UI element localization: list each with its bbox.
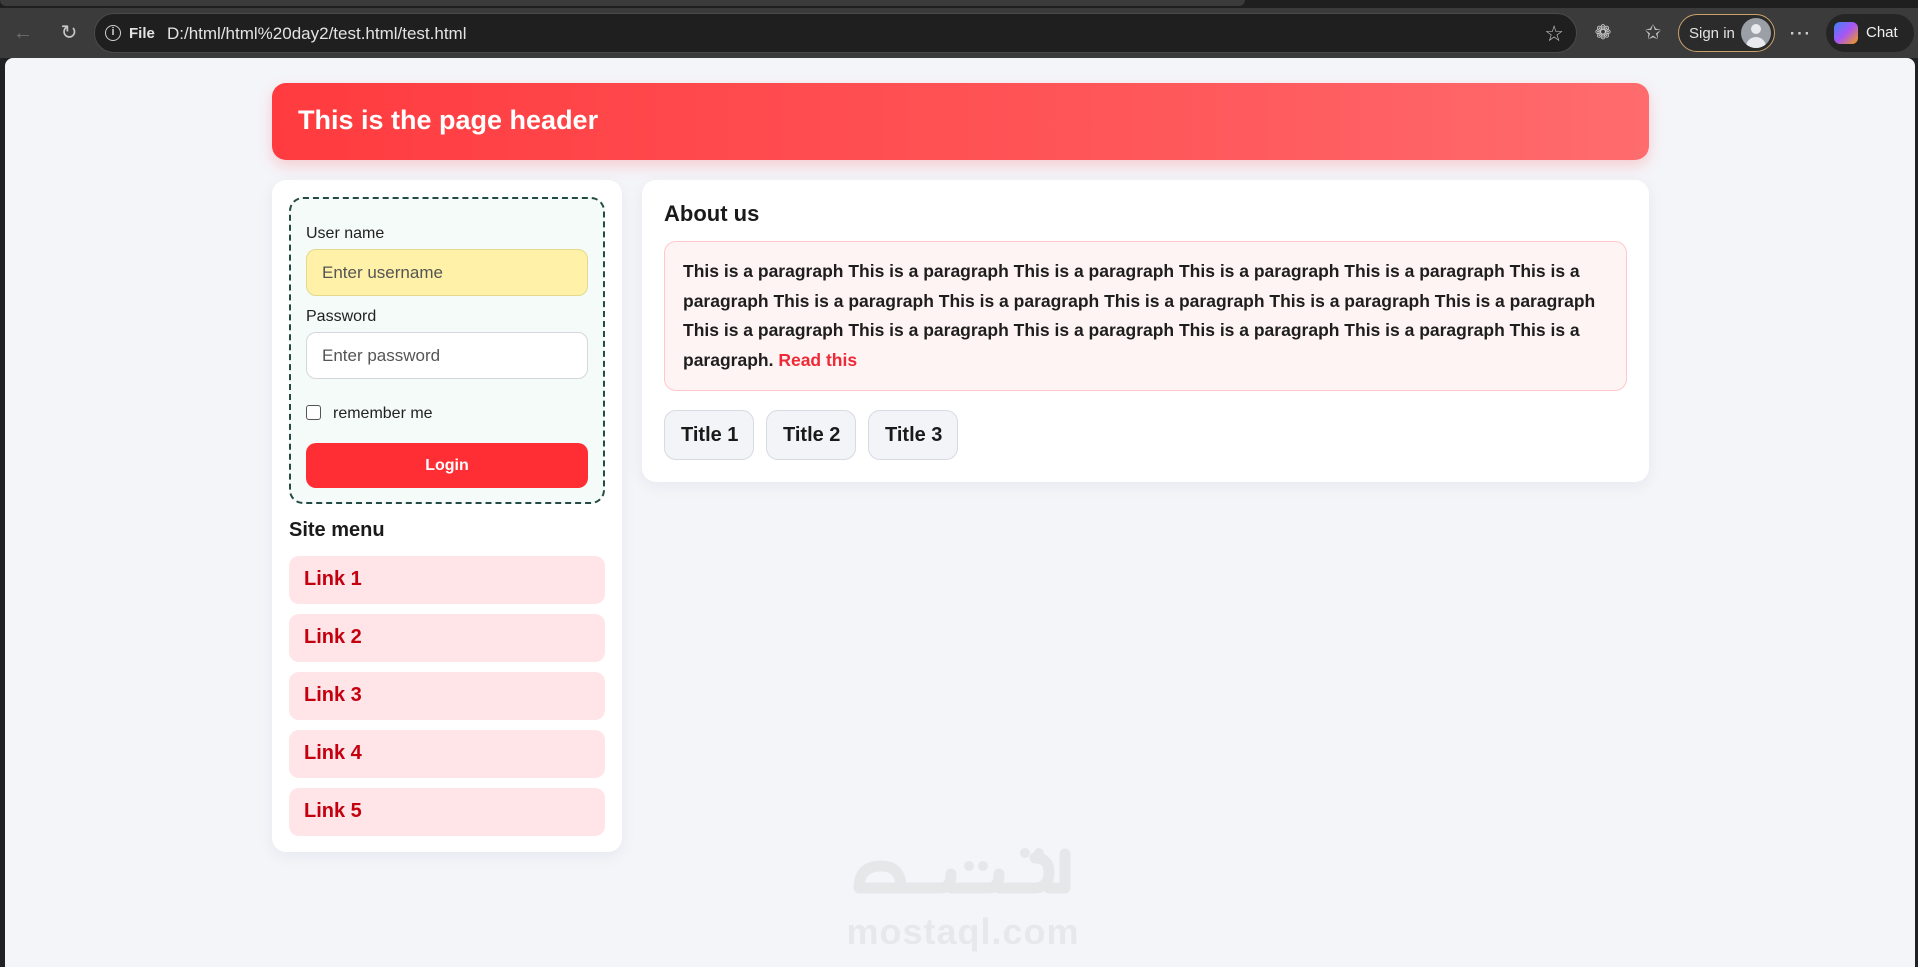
chat-button[interactable]: Chat xyxy=(1826,14,1914,52)
about-paragraph: This is a paragraph This is a paragraph … xyxy=(683,257,1608,375)
active-tab[interactable] xyxy=(0,0,1245,6)
star-icon[interactable]: ☆ xyxy=(1544,21,1564,47)
chat-label: Chat xyxy=(1866,24,1898,41)
more-icon[interactable]: ⋯ xyxy=(1787,20,1813,46)
browser-toolbar: ← ↻ i File D:/html/html%20day2/test.html… xyxy=(0,8,1918,58)
title-tab-3[interactable]: Title 3 xyxy=(868,410,958,460)
extensions-icon[interactable]: ❁ xyxy=(1590,20,1616,46)
password-label: Password xyxy=(306,308,377,325)
title-tab-1[interactable]: Title 1 xyxy=(664,410,754,460)
about-box: This is a paragraph This is a paragraph … xyxy=(664,241,1627,391)
remember-me-label[interactable]: remember me xyxy=(333,405,433,423)
about-section: About us This is a paragraph This is a p… xyxy=(642,180,1649,482)
page-title: This is the page header xyxy=(298,105,599,135)
favorites-icon[interactable]: ✩ xyxy=(1640,20,1666,46)
username-input[interactable] xyxy=(306,249,588,296)
remember-me-checkbox[interactable] xyxy=(306,405,321,420)
copilot-icon xyxy=(1834,22,1858,44)
menu-link-4[interactable]: Link 4 xyxy=(289,730,605,778)
menu-link-2[interactable]: Link 2 xyxy=(289,614,605,662)
mostaql-watermark: mostaql.com xyxy=(843,848,1083,958)
site-menu-title: Site menu xyxy=(289,519,385,541)
login-form: User name Password remember me Login xyxy=(289,197,605,504)
password-input[interactable] xyxy=(306,332,588,379)
address-scheme-label: File xyxy=(129,25,155,42)
page-header: This is the page header xyxy=(272,83,1649,160)
mostaql-arabic-logo xyxy=(853,848,1071,894)
read-this-link[interactable]: Read this xyxy=(778,350,857,370)
sidebar: User name Password remember me Login Sit… xyxy=(272,180,622,852)
info-icon[interactable]: i xyxy=(105,25,121,41)
avatar xyxy=(1741,18,1771,48)
login-button[interactable]: Login xyxy=(306,443,588,488)
menu-link-3[interactable]: Link 3 xyxy=(289,672,605,720)
sign-in-button[interactable]: Sign in xyxy=(1678,14,1775,52)
title-tab-2[interactable]: Title 2 xyxy=(766,410,856,460)
url-text[interactable]: D:/html/html%20day2/test.html/test.html xyxy=(167,24,467,44)
username-label: User name xyxy=(306,225,385,242)
back-arrow-icon[interactable]: ← xyxy=(10,20,36,46)
menu-link-5[interactable]: Link 5 xyxy=(289,788,605,836)
menu-link-1[interactable]: Link 1 xyxy=(289,556,605,604)
sign-in-label: Sign in xyxy=(1689,25,1735,42)
site-menu: Link 1 Link 2 Link 3 Link 4 Link 5 xyxy=(289,556,605,846)
about-title: About us xyxy=(664,201,760,226)
mostaql-latin-logo: mostaql.com xyxy=(846,911,1080,952)
tab-strip xyxy=(0,0,1918,8)
page-viewport: This is the page header User name Passwo… xyxy=(5,58,1915,967)
address-bar[interactable]: i File D:/html/html%20day2/test.html/tes… xyxy=(94,13,1577,53)
reload-icon[interactable]: ↻ xyxy=(56,20,82,46)
